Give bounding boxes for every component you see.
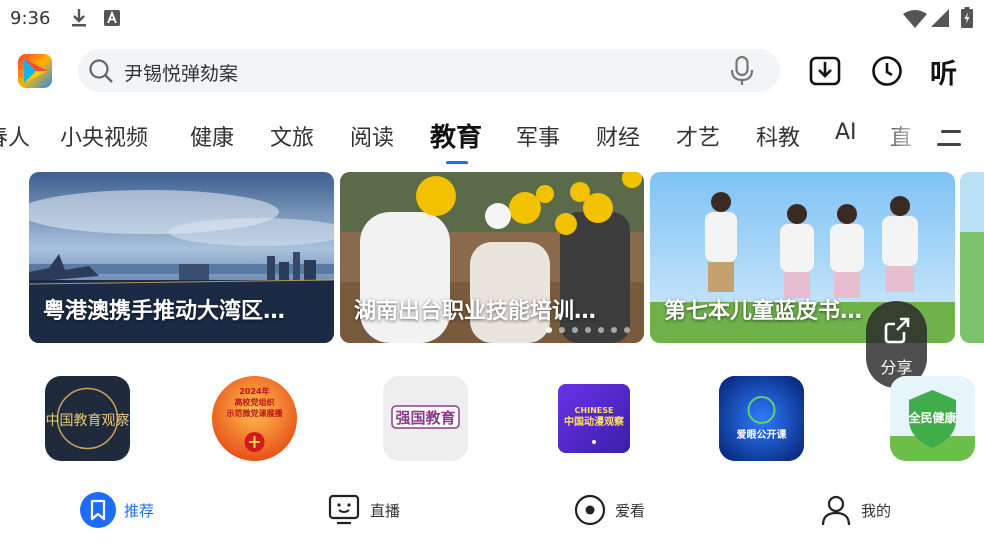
channel-logo-text: 强国教育	[395, 409, 455, 427]
wifi-icon	[903, 10, 927, 28]
carousel-indicator	[546, 327, 630, 333]
nav-tab-live[interactable]: 直播	[328, 490, 428, 530]
banner-image	[960, 172, 984, 343]
channel-logo-text: 中国动漫观察	[564, 415, 625, 428]
tab-fade	[880, 114, 984, 164]
share-label: 分享	[880, 358, 913, 377]
channel-logo-text: 示范微党课展播	[226, 408, 284, 418]
carousel-dot	[598, 327, 604, 333]
tab-item[interactable]: 科教	[756, 120, 800, 152]
share-icon	[884, 317, 910, 344]
history-clock-icon[interactable]	[869, 53, 905, 89]
channel-logo-text: 中国教育观察	[46, 412, 130, 429]
channel-logo: 爱眼公开课	[719, 376, 804, 461]
carousel-dot	[585, 327, 591, 333]
carousel-dot	[559, 327, 565, 333]
bookmark-icon	[80, 492, 116, 528]
search-icon	[89, 59, 113, 83]
carousel-dot	[611, 327, 617, 333]
text-icon	[104, 10, 120, 26]
channel-icon[interactable]: 全民健康	[890, 376, 975, 461]
signal-icon	[931, 9, 949, 27]
category-tabs: 春人 小央视频 健康 文旅 阅读 教育 军事 财经 才艺 科教 AI 直	[0, 114, 984, 164]
tv-icon	[328, 494, 360, 525]
carousel-dot	[546, 327, 552, 333]
channel-logo-text: CHINESE	[575, 406, 614, 415]
nav-label: 直播	[370, 502, 401, 520]
channel-icon[interactable]: CHINESE 中国动漫观察	[558, 384, 630, 453]
share-button[interactable]: 分享	[866, 301, 927, 388]
mic-icon[interactable]	[730, 56, 754, 86]
nav-label: 推荐	[124, 502, 155, 520]
status-bar: 9:36	[0, 0, 984, 36]
channel-icon[interactable]: 爱眼公开课	[719, 376, 804, 461]
channel-icon[interactable]: 中国教育观察	[45, 376, 130, 461]
banner-caption: 粤港澳携手推动大湾区…	[43, 299, 286, 324]
tab-item[interactable]: 健康	[190, 120, 234, 152]
tab-item[interactable]: 财经	[596, 120, 640, 152]
channel-icon[interactable]: 强国教育	[383, 376, 468, 461]
search-query: 尹锡悦弹劾案	[124, 63, 239, 85]
tab-item[interactable]: 春人	[0, 120, 30, 152]
channel-logo-text: 2024年	[239, 386, 269, 396]
download-icon	[72, 9, 86, 27]
listen-button[interactable]: 听	[930, 52, 957, 91]
nav-tab-watch[interactable]: 爱看	[574, 490, 674, 530]
nav-label: 我的	[861, 502, 892, 520]
channel-logo: 强国教育	[391, 405, 460, 429]
tab-item[interactable]: 阅读	[350, 120, 394, 152]
active-tab-indicator	[446, 161, 468, 164]
tab-item[interactable]: 小央视频	[60, 120, 148, 152]
channel-logo: 中国教育观察	[46, 387, 130, 450]
carousel-dot	[624, 327, 630, 333]
channel-logo: CHINESE 中国动漫观察	[558, 384, 630, 453]
person-icon	[821, 495, 851, 526]
download-button[interactable]	[808, 53, 844, 89]
channel-logo-text: 爱眼公开课	[737, 428, 788, 441]
app-logo	[18, 54, 52, 88]
status-time: 9:36	[10, 8, 51, 29]
banner-caption: 第七本儿童蓝皮书…	[664, 299, 863, 324]
tab-menu-icon[interactable]	[935, 126, 963, 150]
battery-icon	[961, 7, 973, 28]
banner-caption: 湖南出台职业技能培训…	[354, 299, 597, 324]
channel-logo: 2024年 高校党组织 示范微党课展播	[212, 376, 297, 461]
search-input[interactable]: 尹锡悦弹劾案	[78, 49, 780, 92]
banner-card[interactable]: 粤港澳携手推动大湾区…	[29, 172, 334, 343]
nav-label: 爱看	[615, 502, 646, 520]
tab-item[interactable]: 文旅	[270, 120, 314, 152]
nav-tab-mine[interactable]: 我的	[820, 490, 920, 530]
nav-tab-recommend[interactable]: 推荐	[80, 490, 180, 530]
carousel-dot	[572, 327, 578, 333]
tab-item[interactable]: AI	[835, 120, 857, 145]
banner-card-peek[interactable]	[960, 172, 984, 343]
tab-item[interactable]: 军事	[516, 120, 560, 152]
tab-item[interactable]: 才艺	[676, 120, 720, 152]
channel-logo-text: 全民健康	[907, 410, 957, 425]
channel-logo: 全民健康	[890, 376, 975, 461]
channel-logo-text: 高校党组织	[235, 397, 275, 407]
channel-icon[interactable]: 2024年 高校党组织 示范微党课展播	[212, 376, 297, 461]
banner-card[interactable]: 湖南出台职业技能培训…	[340, 172, 644, 343]
tab-item-active[interactable]: 教育	[430, 117, 482, 154]
target-icon	[574, 494, 606, 526]
